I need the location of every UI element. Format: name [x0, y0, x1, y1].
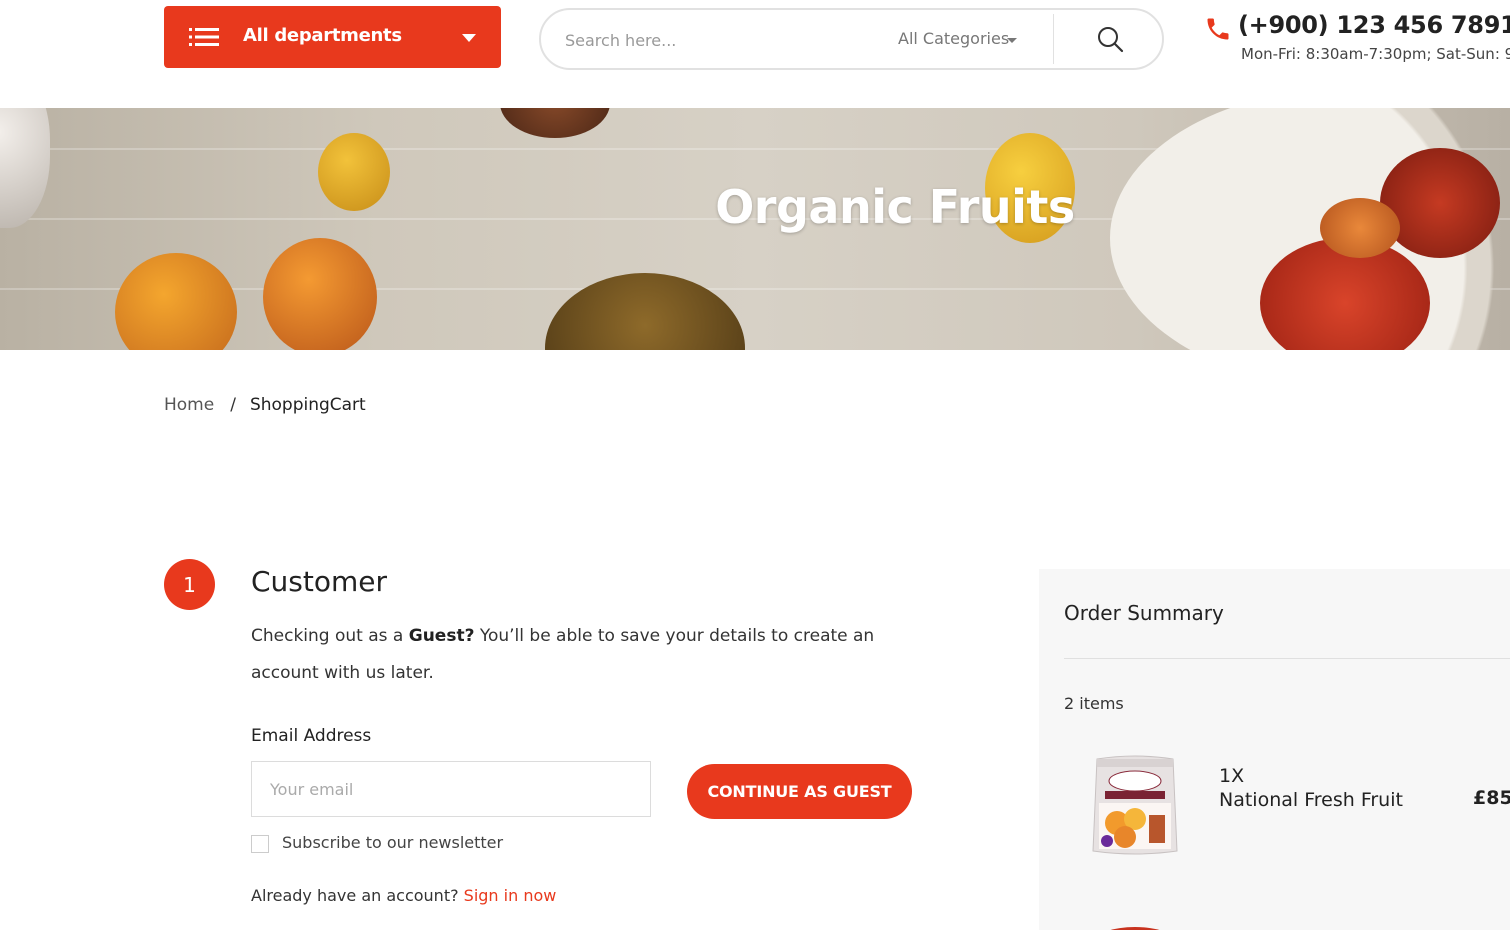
breadcrumb: Home / ShoppingCart	[164, 395, 366, 415]
breadcrumb-current: ShoppingCart	[249, 395, 366, 415]
account-prompt-text: Already have an account?	[251, 886, 464, 905]
site-header: All departments All Categories (+900) 12…	[0, 0, 1510, 108]
breadcrumb-home-link[interactable]: Home	[164, 395, 214, 415]
search-bar: All Categories	[539, 8, 1164, 70]
decorative-tomato	[545, 273, 745, 350]
product-thumbnail[interactable]	[1091, 753, 1179, 857]
order-summary-divider	[1064, 658, 1510, 659]
sign-in-link[interactable]: Sign in now	[464, 886, 557, 905]
breadcrumb-separator: /	[230, 395, 236, 415]
search-input[interactable]	[565, 24, 885, 56]
email-field[interactable]	[251, 761, 651, 817]
guest-checkout-text: Checking out as a Guest? You’ll be able …	[251, 618, 911, 692]
guest-text-bold: Guest?	[408, 626, 475, 646]
order-summary-title: Order Summary	[1064, 601, 1224, 625]
continue-as-guest-button[interactable]: CONTINUE AS GUEST	[687, 764, 912, 819]
page-banner: Organic Fruits	[0, 108, 1510, 350]
category-select[interactable]: All Categories	[898, 29, 1009, 48]
chevron-down-icon	[462, 34, 476, 42]
customer-heading: Customer	[251, 565, 388, 598]
search-divider	[1053, 14, 1054, 64]
item-price: £85	[1473, 787, 1510, 809]
newsletter-label: Subscribe to our newsletter	[282, 833, 504, 852]
phone-number[interactable]: (+900) 123 456 7891	[1238, 11, 1510, 39]
order-item-count: 2 items	[1064, 694, 1124, 713]
banner-title: Organic Fruits	[715, 180, 1075, 234]
newsletter-checkbox[interactable]	[251, 835, 269, 853]
decorative-tomato	[115, 253, 237, 350]
search-icon[interactable]	[1096, 25, 1124, 53]
decorative-tomato	[500, 108, 610, 138]
all-departments-button[interactable]: All departments	[164, 6, 501, 68]
email-label: Email Address	[251, 726, 372, 746]
menu-icon	[189, 28, 219, 46]
product-thumbnail[interactable]	[1091, 913, 1179, 930]
guest-text-prefix: Checking out as a	[251, 626, 409, 646]
all-departments-label: All departments	[243, 25, 402, 46]
account-prompt: Already have an account? Sign in now	[251, 886, 556, 905]
opening-hours: Mon-Fri: 8:30am-7:30pm; Sat-Sun: 9	[1241, 45, 1510, 63]
decorative-tomato	[263, 238, 377, 350]
item-name[interactable]: National Fresh Fruit	[1219, 789, 1403, 811]
phone-icon	[1207, 18, 1229, 40]
chevron-down-icon	[1007, 38, 1017, 43]
order-summary-panel: Order Summary 2 items 1X National Fresh …	[1039, 569, 1510, 930]
step-number-badge: 1	[164, 559, 215, 610]
item-quantity: 1X	[1219, 765, 1245, 787]
